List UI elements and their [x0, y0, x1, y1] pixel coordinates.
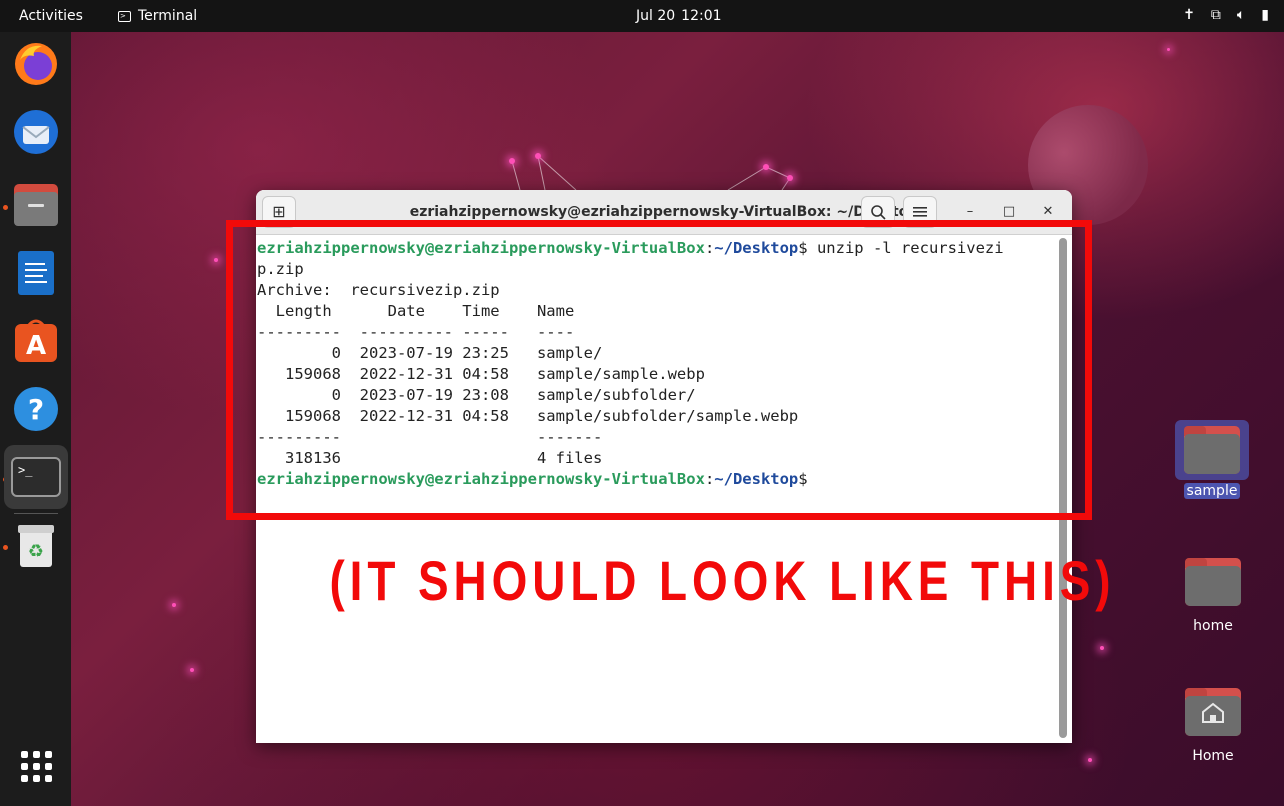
app-menu[interactable]: > Terminal	[118, 8, 197, 24]
house-icon	[1202, 702, 1224, 723]
help-icon: ?	[14, 387, 58, 431]
volume-icon: 🔈︎	[1236, 7, 1246, 23]
trash-icon: ♻	[18, 525, 54, 567]
firefox-icon	[15, 43, 57, 85]
dock-separator	[14, 513, 58, 514]
files-icon	[14, 184, 58, 226]
star	[787, 175, 793, 181]
accessibility-icon[interactable]: ✝	[1183, 7, 1195, 23]
svg-text:A: A	[26, 331, 46, 361]
star	[190, 668, 194, 672]
annotation-text: (IT SHOULD LOOK LIKE THIS)	[329, 549, 1116, 612]
battery-icon: ▮	[1261, 7, 1269, 23]
star	[1088, 758, 1092, 762]
network-icon: ⧉	[1210, 7, 1221, 23]
show-apps-icon	[20, 750, 52, 782]
desktop-icon-label: home	[1193, 618, 1233, 634]
star	[509, 158, 515, 164]
top-bar: Activities > Terminal Jul 20 12:01 ✝ ⧉ 🔈…	[0, 0, 1284, 32]
desktop-icon-label: sample	[1183, 483, 1241, 499]
folder-icon	[1184, 426, 1240, 474]
dock-help[interactable]: ?	[8, 381, 64, 437]
star	[1167, 48, 1170, 51]
home-folder-icon	[1185, 688, 1241, 736]
clock-time: 12:01	[681, 8, 722, 24]
dock-app-center[interactable]: A	[8, 313, 64, 369]
annotation-highlight-box	[226, 220, 1092, 520]
svg-text:♻: ♻	[28, 541, 44, 562]
clock-date: Jul 20	[636, 8, 676, 24]
star	[535, 153, 541, 159]
close-icon: ✕	[1042, 204, 1054, 219]
minimize-icon: –	[966, 204, 974, 219]
star	[763, 164, 769, 170]
menu-icon	[913, 207, 927, 217]
app-center-icon: A	[15, 319, 57, 362]
thunderbird-icon	[14, 110, 58, 154]
app-menu-label: Terminal	[138, 8, 198, 24]
svg-text:?: ?	[28, 393, 44, 426]
star	[1100, 646, 1104, 650]
dock-thunderbird[interactable]	[8, 104, 64, 160]
system-status-area[interactable]: ✝ ⧉ 🔈︎ ▮	[1183, 7, 1269, 23]
folder-icon	[1185, 558, 1241, 606]
window-title: ezriahzippernowsky@ezriahzippernowsky-Vi…	[409, 204, 919, 220]
minimize-button[interactable]: –	[961, 203, 979, 221]
close-button[interactable]: ✕	[1039, 203, 1057, 221]
desktop-icon-home-folder[interactable]: home	[1176, 558, 1250, 634]
dock-trash[interactable]: ♻	[8, 518, 64, 574]
dock-terminal[interactable]: >_	[4, 445, 68, 509]
desktop-icon-label: Home	[1192, 748, 1234, 764]
maximize-button[interactable]: □	[1000, 203, 1018, 221]
terminal-small-icon: >	[118, 10, 131, 22]
show-apps-button[interactable]	[8, 738, 64, 794]
writer-icon	[18, 251, 54, 295]
dock-files[interactable]	[8, 177, 64, 233]
star	[214, 258, 218, 262]
activities-button[interactable]: Activities	[19, 8, 83, 24]
desktop-icon-sample[interactable]: sample	[1175, 420, 1249, 499]
clock[interactable]: Jul 20 12:01	[636, 8, 722, 24]
star	[172, 603, 176, 607]
search-icon	[871, 205, 886, 220]
maximize-icon: □	[1002, 204, 1016, 219]
terminal-icon: >_	[11, 457, 61, 497]
dock: A ? >_ ♻	[0, 32, 71, 806]
desktop-selection	[1175, 420, 1249, 480]
dock-firefox[interactable]	[8, 36, 64, 92]
dock-writer[interactable]	[8, 245, 64, 301]
desktop-icon-home[interactable]: Home	[1176, 688, 1250, 764]
svg-text:>_: >_	[18, 463, 33, 477]
